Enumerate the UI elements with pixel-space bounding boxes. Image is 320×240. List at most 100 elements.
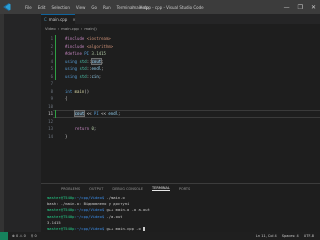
code-line[interactable] <box>65 80 120 88</box>
code-token: endl <box>91 66 102 71</box>
tab-problems[interactable]: PROBLEMS <box>61 187 80 191</box>
code-token: main <box>74 88 85 94</box>
prompt-user: master@T540p <box>47 213 75 219</box>
menu-view[interactable]: View <box>76 5 86 10</box>
line-number: 2 <box>50 43 53 49</box>
code-editor[interactable]: 1 2 3 4 5 6 7 8 9 10 11 12 13 14 #include <iostream> #… <box>41 32 320 180</box>
close-window-button[interactable]: ✕ <box>311 4 316 11</box>
encoding[interactable]: UTF-8 <box>304 234 314 238</box>
code-token: 3.1415 <box>91 51 106 56</box>
cursor-position[interactable]: Ln 11, Col 4 <box>256 234 277 238</box>
code-token: cin <box>91 73 99 79</box>
editor-tab-bar: C main.cpp × <box>41 14 320 24</box>
code-line[interactable]: return 0; <box>65 125 120 133</box>
status-bar: ⊗ 0 ⚠ 0 ⚲ 0 Ln 11, Col 4 Spaces: 4 UTF-8 <box>0 232 320 240</box>
terminal-cursor <box>143 226 146 231</box>
menu-go[interactable]: Go <box>91 5 97 10</box>
code-token: #include <box>65 43 87 49</box>
code-token: { <box>65 96 68 101</box>
code-line[interactable]: using std::endl; <box>65 65 120 73</box>
menu-run[interactable]: Run <box>103 5 111 10</box>
breadcrumb-folder[interactable]: Video <box>45 26 56 31</box>
code-line[interactable]: cout << PI << endl; <box>65 110 120 118</box>
code-line[interactable]: } <box>65 133 120 141</box>
code-lines[interactable]: #include <iostream> #include <algorithm> #… <box>65 35 120 140</box>
terminal-output[interactable]: master@T540p:~/cpp/Video$ ./main.o bash: … <box>47 195 150 232</box>
code-token: PI <box>84 51 92 56</box>
tab-label: main.cpp <box>48 17 68 22</box>
chevron-right-icon: › <box>57 25 60 31</box>
prompt-user: master@T540p <box>47 207 75 213</box>
code-line[interactable] <box>65 103 120 111</box>
window-controls: — ❐ ✕ <box>284 0 316 14</box>
code-token: } <box>65 133 68 139</box>
tab-terminal[interactable]: TERMINAL <box>152 186 170 191</box>
code-token: ; <box>101 66 104 71</box>
close-tab-icon[interactable]: × <box>72 17 75 22</box>
terminal-text: 3.1415 <box>47 219 61 225</box>
window-title: main.cpp - cpp - Visual Studio Code <box>132 4 204 10</box>
code-line[interactable]: #include <iostream> <box>65 35 120 43</box>
code-line[interactable]: using std::cout; <box>65 57 120 66</box>
code-token: ; <box>118 111 121 116</box>
chevron-right-icon: › <box>80 25 83 31</box>
code-line[interactable]: { <box>65 95 120 103</box>
code-token: #define <box>65 51 85 56</box>
line-number: 11 <box>48 111 53 116</box>
vscode-logo-icon[interactable] <box>3 3 11 11</box>
code-token: <algorithm> <box>86 43 114 49</box>
maximize-button[interactable]: ❐ <box>298 4 303 11</box>
code-token: int <box>65 88 75 94</box>
code-token: :: <box>86 58 92 64</box>
cpp-file-icon: C <box>44 17 47 22</box>
line-number-gutter: 1 2 3 4 5 6 7 8 9 10 11 12 13 14 <box>41 35 53 140</box>
code-token: ; <box>101 58 104 64</box>
code-line[interactable]: int main() <box>65 88 120 96</box>
tab-output[interactable]: OUTPUT <box>89 187 103 191</box>
line-number: 12 <box>48 118 53 124</box>
code-token: std <box>79 73 87 79</box>
line-number: 7 <box>50 81 53 86</box>
remote-indicator[interactable] <box>0 232 8 240</box>
line-number: 6 <box>50 73 53 79</box>
tab-main-cpp[interactable]: C main.cpp × <box>41 14 76 24</box>
prompt-user: master@T540p <box>47 225 75 231</box>
terminal-text: g++ main.cpp -o <box>104 225 144 231</box>
prompt-path: :~/cpp/Video$ <box>74 225 105 231</box>
breadcrumb-file[interactable]: main.cpp <box>61 26 79 31</box>
terminal-text: bash: ./main.o: Відмовлено у доступі <box>47 201 130 207</box>
change-indicator <box>55 35 56 80</box>
breadcrumb-symbol[interactable]: main() <box>84 26 96 31</box>
code-token: #include <box>65 36 87 41</box>
code-line[interactable]: #define PI 3.1415 <box>65 50 120 58</box>
code-token: std <box>79 58 87 64</box>
prompt-path: :~/cpp/Video$ <box>74 207 105 213</box>
menu-file[interactable]: File <box>25 5 32 10</box>
code-token: return <box>74 126 92 131</box>
line-number: 10 <box>48 103 53 109</box>
code-line[interactable]: #include <algorithm> <box>65 43 120 51</box>
bottom-panel: PROBLEMS OUTPUT DEBUG CONSOLE TERMINAL P… <box>41 183 320 233</box>
code-line[interactable] <box>65 118 120 126</box>
code-token: <iostream> <box>86 36 111 41</box>
ports-count[interactable]: ⚲ 0 <box>31 234 37 238</box>
title-bar: File Edit Selection View Go Run Terminal… <box>0 0 320 14</box>
tab-debug-console[interactable]: DEBUG CONSOLE <box>112 187 143 191</box>
line-number: 4 <box>50 58 53 64</box>
minimize-button[interactable]: — <box>284 4 290 11</box>
tab-ports[interactable]: PORTS <box>179 187 190 191</box>
menu-selection[interactable]: Selection <box>51 5 69 10</box>
line-number: 3 <box>50 51 53 56</box>
code-token: cout <box>73 110 86 117</box>
code-token: () <box>84 88 90 94</box>
indentation[interactable]: Spaces: 4 <box>282 234 299 238</box>
line-number: 1 <box>50 36 53 41</box>
code-token: << <box>98 111 109 116</box>
problems-count[interactable]: ⊗ 0 ⚠ 0 <box>12 234 26 238</box>
menu-edit[interactable]: Edit <box>38 5 46 10</box>
code-line[interactable]: using std::cin; <box>65 73 120 81</box>
code-token: endl <box>108 111 119 116</box>
sidebar <box>4 14 41 232</box>
line-number: 14 <box>48 133 53 139</box>
